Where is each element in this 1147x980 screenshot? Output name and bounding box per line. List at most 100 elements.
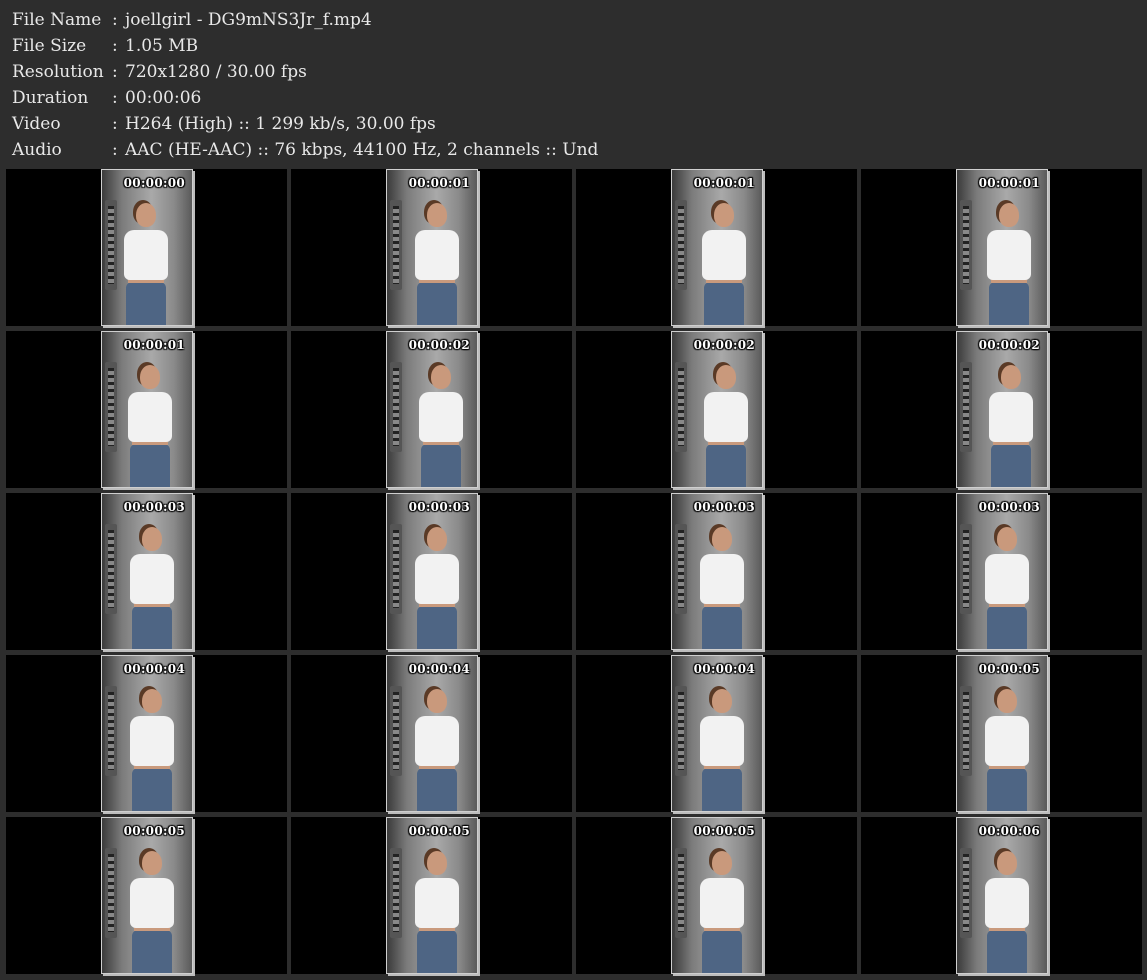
elevator-panel	[675, 362, 687, 452]
thumbnail-cell: 00:00:05	[576, 817, 857, 974]
frame-timestamp: 00:00:01	[978, 176, 1040, 190]
file-info-header: File Name : joellgirl - DG9mNS3Jr_f.mp4 …	[0, 0, 1147, 168]
person-jeans	[987, 768, 1027, 811]
person-head	[140, 365, 160, 389]
info-label: File Name	[12, 10, 102, 30]
person-shirt	[985, 878, 1029, 928]
video-frame-thumbnail: 00:00:03	[671, 493, 763, 650]
person-shirt	[700, 554, 744, 604]
thumbnail-cell: 00:00:03	[861, 493, 1142, 650]
elevator-panel	[105, 200, 117, 290]
info-separator: :	[112, 114, 118, 134]
video-frame-thumbnail: 00:00:05	[671, 817, 763, 974]
person-head	[427, 527, 447, 551]
person-shirt	[130, 878, 174, 928]
info-value: AAC (HE-AAC) :: 76 kbps, 44100 Hz, 2 cha…	[125, 140, 599, 160]
person-shirt	[702, 230, 746, 280]
elevator-panel	[675, 524, 687, 614]
video-frame-thumbnail: 00:00:01	[101, 331, 193, 488]
thumbnail-cell: 00:00:01	[291, 169, 572, 326]
person-jeans	[706, 444, 746, 487]
thumbnail-cell: 00:00:03	[6, 493, 287, 650]
info-label: Video	[12, 114, 61, 134]
video-frame-thumbnail: 00:00:05	[386, 817, 478, 974]
person-shirt	[419, 392, 463, 442]
frame-timestamp: 00:00:02	[978, 338, 1040, 352]
person-jeans	[702, 930, 742, 973]
person-head	[999, 203, 1019, 227]
person-shirt	[989, 392, 1033, 442]
info-separator: :	[112, 36, 118, 56]
frame-timestamp: 00:00:03	[123, 500, 185, 514]
video-frame-thumbnail: 00:00:04	[101, 655, 193, 812]
frame-timestamp: 00:00:01	[408, 176, 470, 190]
thumbnail-cell: 00:00:02	[861, 331, 1142, 488]
person-head	[997, 851, 1017, 875]
person-jeans	[987, 930, 1027, 973]
video-frame-thumbnail: 00:00:05	[101, 817, 193, 974]
info-separator: :	[112, 10, 118, 30]
thumbnail-cell: 00:00:01	[576, 169, 857, 326]
person-head	[427, 851, 447, 875]
frame-timestamp: 00:00:06	[978, 824, 1040, 838]
thumbnail-cell: 00:00:03	[576, 493, 857, 650]
elevator-panel	[960, 686, 972, 776]
person-head	[714, 203, 734, 227]
person-jeans	[702, 606, 742, 649]
elevator-panel	[105, 524, 117, 614]
person-head	[142, 689, 162, 713]
video-frame-thumbnail: 00:00:04	[671, 655, 763, 812]
person-shirt	[987, 230, 1031, 280]
frame-timestamp: 00:00:02	[693, 338, 755, 352]
thumbnail-cell: 00:00:03	[291, 493, 572, 650]
frame-timestamp: 00:00:01	[123, 338, 185, 352]
info-value: 720x1280 / 30.00 fps	[125, 62, 307, 82]
thumbnail-cell: 00:00:00	[6, 169, 287, 326]
person-jeans	[702, 768, 742, 811]
person-shirt	[415, 716, 459, 766]
video-frame-thumbnail: 00:00:03	[386, 493, 478, 650]
frame-timestamp: 00:00:04	[408, 662, 470, 676]
info-value: 1.05 MB	[125, 36, 199, 56]
thumbnail-cell: 00:00:05	[861, 655, 1142, 812]
frame-timestamp: 00:00:05	[978, 662, 1040, 676]
elevator-panel	[105, 686, 117, 776]
person-head	[142, 851, 162, 875]
video-frame-thumbnail: 00:00:03	[101, 493, 193, 650]
person-head	[427, 689, 447, 713]
person-shirt	[130, 716, 174, 766]
elevator-panel	[960, 362, 972, 452]
person-head	[1001, 365, 1021, 389]
person-shirt	[124, 230, 168, 280]
thumbnail-cell: 00:00:04	[291, 655, 572, 812]
frame-timestamp: 00:00:05	[123, 824, 185, 838]
elevator-panel	[960, 524, 972, 614]
elevator-panel	[390, 200, 402, 290]
person-head	[142, 527, 162, 551]
person-jeans	[132, 768, 172, 811]
person-shirt	[985, 554, 1029, 604]
video-frame-thumbnail: 00:00:00	[101, 169, 193, 326]
elevator-panel	[105, 362, 117, 452]
thumbnail-cell: 00:00:02	[576, 331, 857, 488]
video-frame-thumbnail: 00:00:05	[956, 655, 1048, 812]
elevator-panel	[390, 848, 402, 938]
person-jeans	[704, 282, 744, 325]
person-jeans	[987, 606, 1027, 649]
video-frame-thumbnail: 00:00:06	[956, 817, 1048, 974]
video-frame-thumbnail: 00:00:02	[956, 331, 1048, 488]
person-jeans	[417, 282, 457, 325]
person-shirt	[415, 554, 459, 604]
elevator-panel	[960, 848, 972, 938]
elevator-panel	[390, 686, 402, 776]
person-shirt	[700, 878, 744, 928]
person-head	[431, 365, 451, 389]
thumbnail-cell: 00:00:05	[6, 817, 287, 974]
thumbnail-cell: 00:00:04	[6, 655, 287, 812]
person-shirt	[985, 716, 1029, 766]
thumbnail-cell: 00:00:01	[861, 169, 1142, 326]
person-head	[712, 851, 732, 875]
person-head	[997, 689, 1017, 713]
thumbnail-cell: 00:00:02	[291, 331, 572, 488]
info-value: H264 (High) :: 1 299 kb/s, 30.00 fps	[125, 114, 436, 134]
